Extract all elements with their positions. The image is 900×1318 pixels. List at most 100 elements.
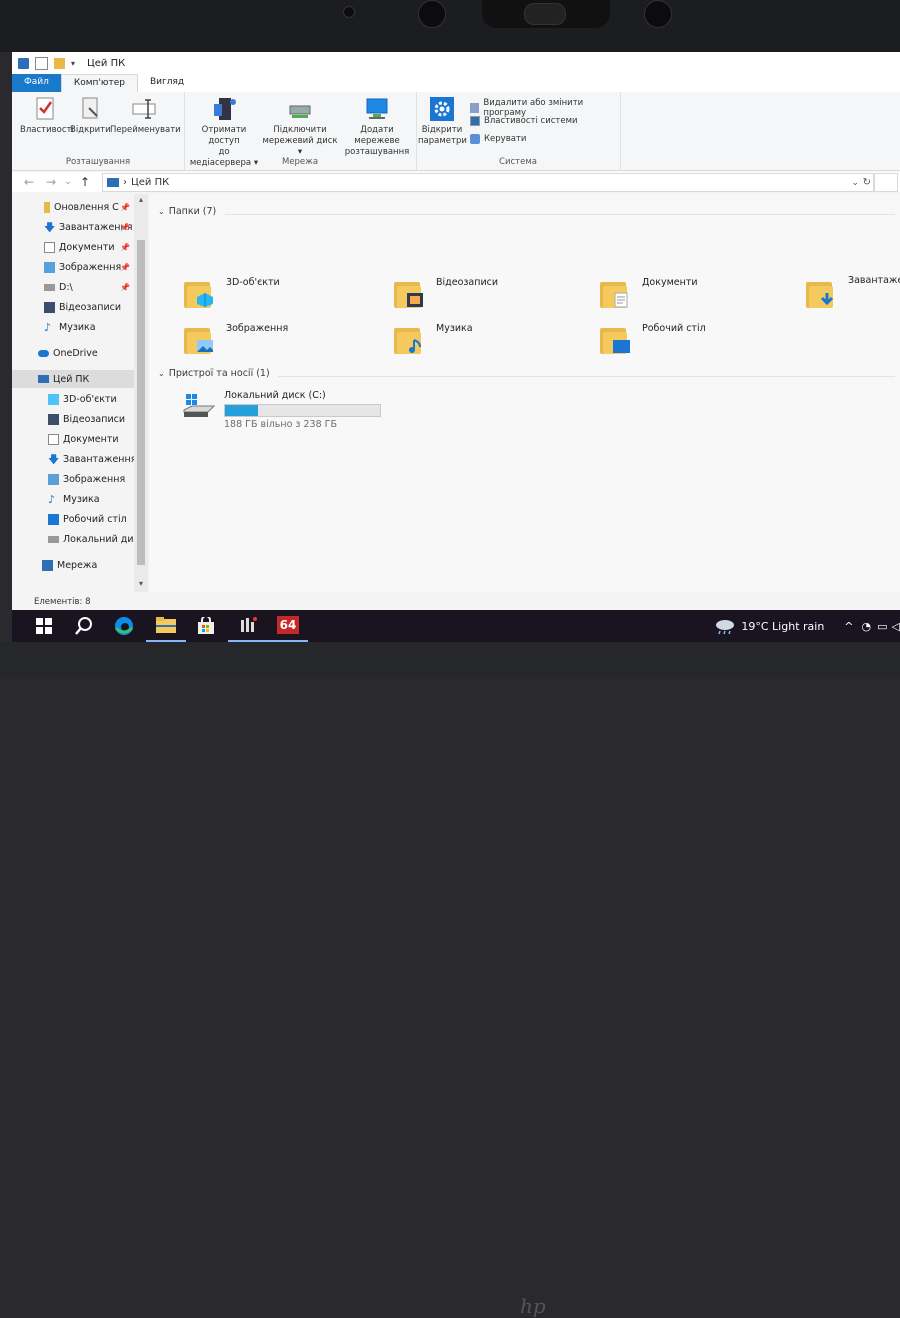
nav-item-videos[interactable]: Відеозаписи bbox=[12, 298, 134, 316]
address-bar[interactable]: › Цей ПК ⌄ ↻ bbox=[102, 173, 874, 192]
folder-tile-documents[interactable]: Документи bbox=[600, 276, 698, 308]
open-button[interactable]: Відкрити bbox=[70, 96, 111, 136]
weather-text[interactable]: 19°C Light rain bbox=[741, 620, 824, 633]
laptop-bezel-bottom: hp bbox=[0, 642, 900, 1318]
volume-icon[interactable]: ◁ bbox=[892, 620, 900, 633]
add-network-location-button[interactable]: Додати мережеве розташування bbox=[340, 96, 414, 158]
nav-item-updates[interactable]: Оновлення С 📌 bbox=[12, 198, 134, 216]
start-button[interactable] bbox=[24, 610, 64, 642]
nav-item-pictures[interactable]: Зображення 📌 bbox=[12, 258, 134, 276]
add-location-label-1: Додати мережеве bbox=[354, 125, 400, 146]
aida64-button[interactable]: 64 bbox=[268, 610, 308, 642]
open-settings-button[interactable]: Відкрити параметри bbox=[418, 96, 467, 147]
computer-icon[interactable] bbox=[18, 57, 29, 69]
folder-tile-videos[interactable]: Відеозаписи bbox=[394, 277, 498, 308]
folder-tile-music[interactable]: Музика bbox=[394, 322, 473, 354]
devices-section-header[interactable]: ⌄ Пристрої та носії (1) bbox=[158, 368, 270, 379]
nav-item-music[interactable]: ♪ Музика bbox=[12, 318, 134, 336]
nav-item-this-pc[interactable]: Цей ПК bbox=[12, 370, 134, 388]
rename-icon bbox=[131, 96, 157, 122]
uninstall-program-button[interactable]: Видалити або змінити програму bbox=[470, 98, 620, 118]
computer-icon bbox=[107, 178, 119, 187]
folders-header-label: Папки (7) bbox=[168, 206, 217, 217]
folder-tile-desktop[interactable]: Робочий стіл bbox=[600, 323, 706, 354]
sensor-icon bbox=[644, 0, 672, 28]
manage-button[interactable]: Керувати bbox=[470, 134, 526, 144]
rename-button[interactable]: Перейменувати bbox=[110, 96, 181, 136]
folder-icon bbox=[600, 278, 634, 308]
edge-button[interactable] bbox=[104, 610, 144, 642]
chevron-down-icon: ⌄ bbox=[158, 369, 165, 378]
sensor-icon bbox=[343, 6, 355, 18]
nav-item-desktop[interactable]: Робочий стіл bbox=[12, 510, 134, 528]
tab-view[interactable]: Вигляд bbox=[138, 74, 196, 92]
nav-scrollbar-thumb[interactable] bbox=[137, 240, 145, 565]
nav-item-documents[interactable]: Документи bbox=[12, 430, 134, 448]
new-folder-icon[interactable] bbox=[54, 57, 65, 69]
pin-icon: 📌 bbox=[120, 242, 130, 252]
screen: ▾ Цей ПК Файл Комп'ютер Вигляд Властивос… bbox=[12, 52, 900, 642]
nav-item-label: Локальний диск bbox=[63, 533, 134, 545]
programs-icon bbox=[470, 103, 480, 113]
scroll-down-icon[interactable]: ▾ bbox=[136, 579, 146, 588]
folder-icon bbox=[394, 278, 428, 308]
folder-label: Музика bbox=[436, 322, 473, 334]
nav-item-label: Музика bbox=[63, 493, 100, 505]
back-arrow-icon[interactable]: ← bbox=[18, 175, 40, 189]
media-server-label-1: Отримати доступ bbox=[201, 125, 247, 146]
battery-icon[interactable]: ▭ bbox=[877, 620, 887, 633]
store-button[interactable] bbox=[186, 610, 226, 642]
nav-item-pictures[interactable]: Зображення bbox=[12, 470, 134, 488]
map-network-drive-button[interactable]: Підключити мережевий диск ▾ bbox=[262, 96, 338, 158]
nav-item-downloads[interactable]: 🡇 Завантаження 📌 bbox=[12, 218, 134, 236]
nav-item-downloads[interactable]: 🡇 Завантаження bbox=[12, 450, 134, 468]
file-explorer-button[interactable] bbox=[146, 610, 186, 642]
nav-item-label: Зображення bbox=[63, 473, 126, 485]
cloud-rain-icon[interactable] bbox=[713, 617, 735, 635]
navigation-pane: Оновлення С 📌 🡇 Завантаження 📌 Документи… bbox=[12, 194, 148, 592]
refresh-icon[interactable]: ↻ bbox=[863, 177, 871, 188]
search-box[interactable] bbox=[874, 173, 898, 192]
nav-item-onedrive[interactable]: OneDrive bbox=[12, 344, 134, 362]
nav-item-drive-d[interactable]: D:\ 📌 bbox=[12, 278, 134, 296]
tab-computer[interactable]: Комп'ютер bbox=[60, 74, 138, 92]
folder-tile-downloads[interactable]: Завантаження bbox=[806, 275, 900, 308]
chevron-down-icon[interactable]: ▾ bbox=[71, 58, 79, 69]
up-arrow-icon[interactable]: ↑ bbox=[74, 175, 96, 189]
breadcrumb[interactable]: Цей ПК bbox=[131, 177, 169, 188]
search-button[interactable] bbox=[64, 610, 104, 642]
pin-icon: 📌 bbox=[120, 262, 130, 272]
folder-tile-3d-objects[interactable]: 3D-об'єкти bbox=[184, 277, 280, 308]
drive-info: Локальний диск (C:) 188 ГБ вільно з 238 … bbox=[224, 390, 381, 430]
document-icon bbox=[614, 292, 628, 308]
nav-item-local-disk[interactable]: Локальний диск bbox=[12, 530, 134, 548]
recent-chevron-icon[interactable]: ⌄ bbox=[62, 177, 74, 187]
nav-item-documents[interactable]: Документи 📌 bbox=[12, 238, 134, 256]
folders-section-header[interactable]: ⌄ Папки (7) bbox=[158, 206, 216, 217]
folder-tile-pictures[interactable]: Зображення bbox=[184, 323, 288, 354]
properties-button[interactable]: Властивості bbox=[20, 96, 74, 136]
folder-icon bbox=[806, 278, 840, 308]
app-button[interactable] bbox=[228, 610, 268, 642]
wifi-icon[interactable]: ◔ bbox=[862, 620, 872, 633]
forward-arrow-icon[interactable]: → bbox=[40, 175, 62, 189]
drive-tile-c[interactable]: Локальний диск (C:) 188 ГБ вільно з 238 … bbox=[182, 390, 381, 430]
scroll-up-icon[interactable]: ▴ bbox=[136, 195, 146, 204]
nav-item-3d-objects[interactable]: 3D-об'єкти bbox=[12, 390, 134, 408]
folder-icon bbox=[184, 324, 218, 354]
system-properties-button[interactable]: Властивості системи bbox=[470, 116, 578, 126]
gear-icon bbox=[429, 96, 455, 122]
nav-item-network[interactable]: Мережа bbox=[12, 556, 134, 574]
properties-icon[interactable] bbox=[35, 56, 48, 70]
tab-file[interactable]: Файл bbox=[12, 74, 61, 92]
download-icon: 🡇 bbox=[44, 220, 56, 234]
open-icon bbox=[77, 96, 103, 122]
nav-item-videos[interactable]: Відеозаписи bbox=[12, 410, 134, 428]
system-properties-icon bbox=[470, 116, 480, 126]
folder-label: Документи bbox=[642, 276, 698, 288]
nav-item-music[interactable]: ♪ Музика bbox=[12, 490, 134, 508]
address-dropdown-icon[interactable]: ⌄ bbox=[851, 178, 859, 188]
chevron-up-icon[interactable]: ^ bbox=[844, 620, 853, 633]
folder-icon bbox=[44, 201, 50, 213]
drive-icon bbox=[48, 535, 59, 543]
